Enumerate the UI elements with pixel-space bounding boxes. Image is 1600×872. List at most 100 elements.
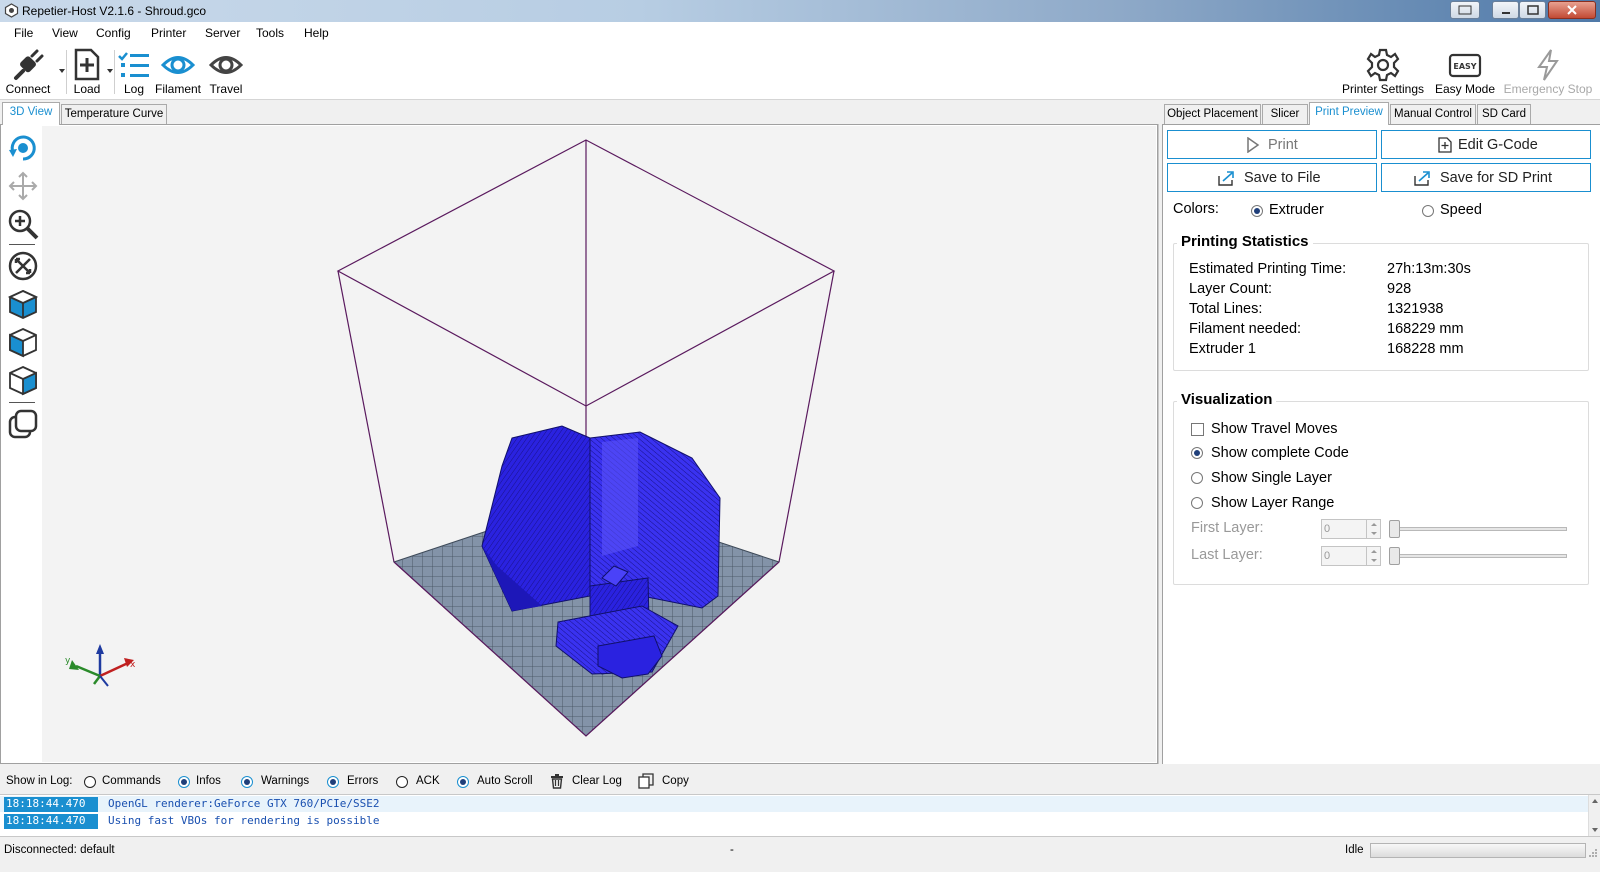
plug-icon [14, 49, 44, 80]
connect-dropdown-arrow[interactable] [59, 69, 65, 73]
log-ack-label[interactable]: ACK [416, 775, 440, 787]
log-warnings-label[interactable]: Warnings [261, 775, 309, 787]
printer-settings-button[interactable]: Printer Settings [1340, 44, 1426, 100]
menu-view[interactable]: View [52, 26, 78, 40]
save-to-file-button[interactable]: Save to File [1167, 163, 1377, 192]
tab-print-preview[interactable]: Print Preview [1309, 102, 1389, 125]
first-layer-slider[interactable] [1389, 519, 1567, 539]
slider-thumb[interactable] [1389, 520, 1400, 538]
copy-icon[interactable] [638, 773, 654, 789]
log-output[interactable]: 18:18:44.470 OpenGL renderer:GeForce GTX… [0, 794, 1600, 837]
last-layer-label: Last Layer: [1191, 547, 1263, 563]
taskbar-thumb-button[interactable] [1450, 1, 1480, 19]
3d-scene[interactable]: y x [42, 126, 1156, 762]
log-commands-label[interactable]: Commands [102, 775, 161, 787]
filament-button[interactable]: Filament [153, 44, 203, 100]
menu-printer[interactable]: Printer [151, 26, 186, 40]
color-speed-label[interactable]: Speed [1440, 202, 1482, 218]
left-panel: y x [0, 124, 1158, 764]
show-complete-code-label[interactable]: Show complete Code [1211, 445, 1349, 461]
view-tools [2, 126, 42, 762]
show-layer-range-radio[interactable] [1191, 497, 1203, 509]
overlap-objects-icon[interactable] [7, 408, 39, 440]
log-auto-scroll-radio[interactable] [457, 776, 469, 788]
log-warnings-radio[interactable] [241, 776, 253, 788]
restore-window-icon [1458, 5, 1472, 15]
rotate-icon[interactable] [7, 132, 39, 164]
menu-file[interactable]: File [14, 26, 33, 40]
emergency-stop-label: Emergency Stop [1503, 82, 1593, 96]
scroll-up-icon[interactable] [1591, 798, 1599, 804]
color-extruder-label[interactable]: Extruder [1269, 202, 1324, 218]
spinner-arrows-icon[interactable] [1366, 547, 1380, 565]
printer-settings-label: Printer Settings [1341, 82, 1425, 96]
gear-icon [1366, 48, 1400, 82]
trash-icon[interactable] [550, 774, 564, 789]
show-travel-moves-checkbox[interactable] [1191, 423, 1204, 436]
load-button[interactable]: Load [68, 44, 106, 100]
maximize-button[interactable] [1519, 1, 1546, 19]
tab-slicer[interactable]: Slicer [1262, 104, 1308, 124]
copy-log-button[interactable]: Copy [662, 775, 689, 787]
log-auto-scroll-label[interactable]: Auto Scroll [477, 775, 533, 787]
log-errors-radio[interactable] [327, 776, 339, 788]
3d-viewport[interactable]: y x [42, 126, 1156, 762]
edit-gcode-button[interactable]: Edit G-Code [1381, 130, 1591, 159]
print-button[interactable]: Print [1167, 130, 1377, 159]
first-layer-spinner[interactable]: 0 [1321, 519, 1381, 539]
spinner-arrows-icon[interactable] [1366, 520, 1380, 538]
scroll-down-icon[interactable] [1591, 827, 1599, 833]
left-tab-strip: 3D View Temperature Curve [2, 102, 402, 125]
play-icon [1247, 137, 1260, 153]
menu-config[interactable]: Config [96, 26, 131, 40]
tab-object-placement[interactable]: Object Placement [1164, 104, 1261, 124]
emergency-stop-button[interactable]: Emergency Stop [1500, 44, 1596, 100]
color-speed-radio[interactable] [1422, 205, 1434, 217]
zoom-icon[interactable] [7, 208, 39, 240]
show-travel-moves-label[interactable]: Show Travel Moves [1211, 421, 1338, 437]
maximize-icon [1526, 5, 1539, 15]
show-single-layer-label[interactable]: Show Single Layer [1211, 470, 1332, 486]
load-label: Load [73, 82, 101, 96]
fit-view-icon[interactable] [7, 250, 39, 282]
menu-server[interactable]: Server [205, 26, 240, 40]
close-button[interactable] [1548, 1, 1596, 19]
tab-temperature-curve[interactable]: Temperature Curve [61, 104, 167, 124]
move-icon[interactable] [7, 170, 39, 202]
tab-sd-card[interactable]: SD Card [1477, 104, 1531, 124]
minimize-button[interactable] [1492, 1, 1519, 19]
log-ack-radio[interactable] [396, 776, 408, 788]
show-layer-range-label[interactable]: Show Layer Range [1211, 495, 1334, 511]
side-view-icon[interactable] [7, 364, 39, 396]
last-layer-slider[interactable] [1389, 546, 1567, 566]
log-button[interactable]: Log [115, 44, 153, 100]
show-complete-code-radio[interactable] [1191, 447, 1203, 459]
log-errors-label[interactable]: Errors [347, 775, 378, 787]
minimize-icon [1501, 12, 1510, 14]
clear-log-button[interactable]: Clear Log [572, 775, 622, 787]
log-infos-label[interactable]: Infos [196, 775, 221, 787]
show-single-layer-radio[interactable] [1191, 472, 1203, 484]
color-extruder-radio[interactable] [1251, 205, 1263, 217]
load-dropdown-arrow[interactable] [107, 69, 113, 73]
log-filter-bar: Show in Log: Commands Infos Warnings Err… [0, 770, 1600, 792]
menu-tools[interactable]: Tools [256, 26, 284, 40]
connect-button[interactable]: Connect [2, 44, 54, 100]
last-layer-spinner[interactable]: 0 [1321, 546, 1381, 566]
front-view-icon[interactable] [7, 326, 39, 358]
tab-3d-view[interactable]: 3D View [2, 102, 60, 125]
isometric-view-icon[interactable] [7, 288, 39, 320]
menu-help[interactable]: Help [304, 26, 329, 40]
save-to-file-label: Save to File [1244, 170, 1321, 186]
resize-grip-icon[interactable] [1588, 848, 1598, 858]
log-scrollbar[interactable] [1588, 795, 1600, 836]
travel-button[interactable]: Travel [205, 44, 247, 100]
slider-thumb[interactable] [1389, 547, 1400, 565]
tab-manual-control[interactable]: Manual Control [1390, 104, 1476, 124]
save-for-sd-button[interactable]: Save for SD Print [1381, 163, 1591, 192]
stat-time-label: Estimated Printing Time: [1189, 261, 1347, 277]
log-infos-radio[interactable] [178, 776, 190, 788]
easy-mode-button[interactable]: EASY Easy Mode [1432, 44, 1498, 100]
view-tools-separator [9, 244, 35, 245]
log-commands-radio[interactable] [84, 776, 96, 788]
